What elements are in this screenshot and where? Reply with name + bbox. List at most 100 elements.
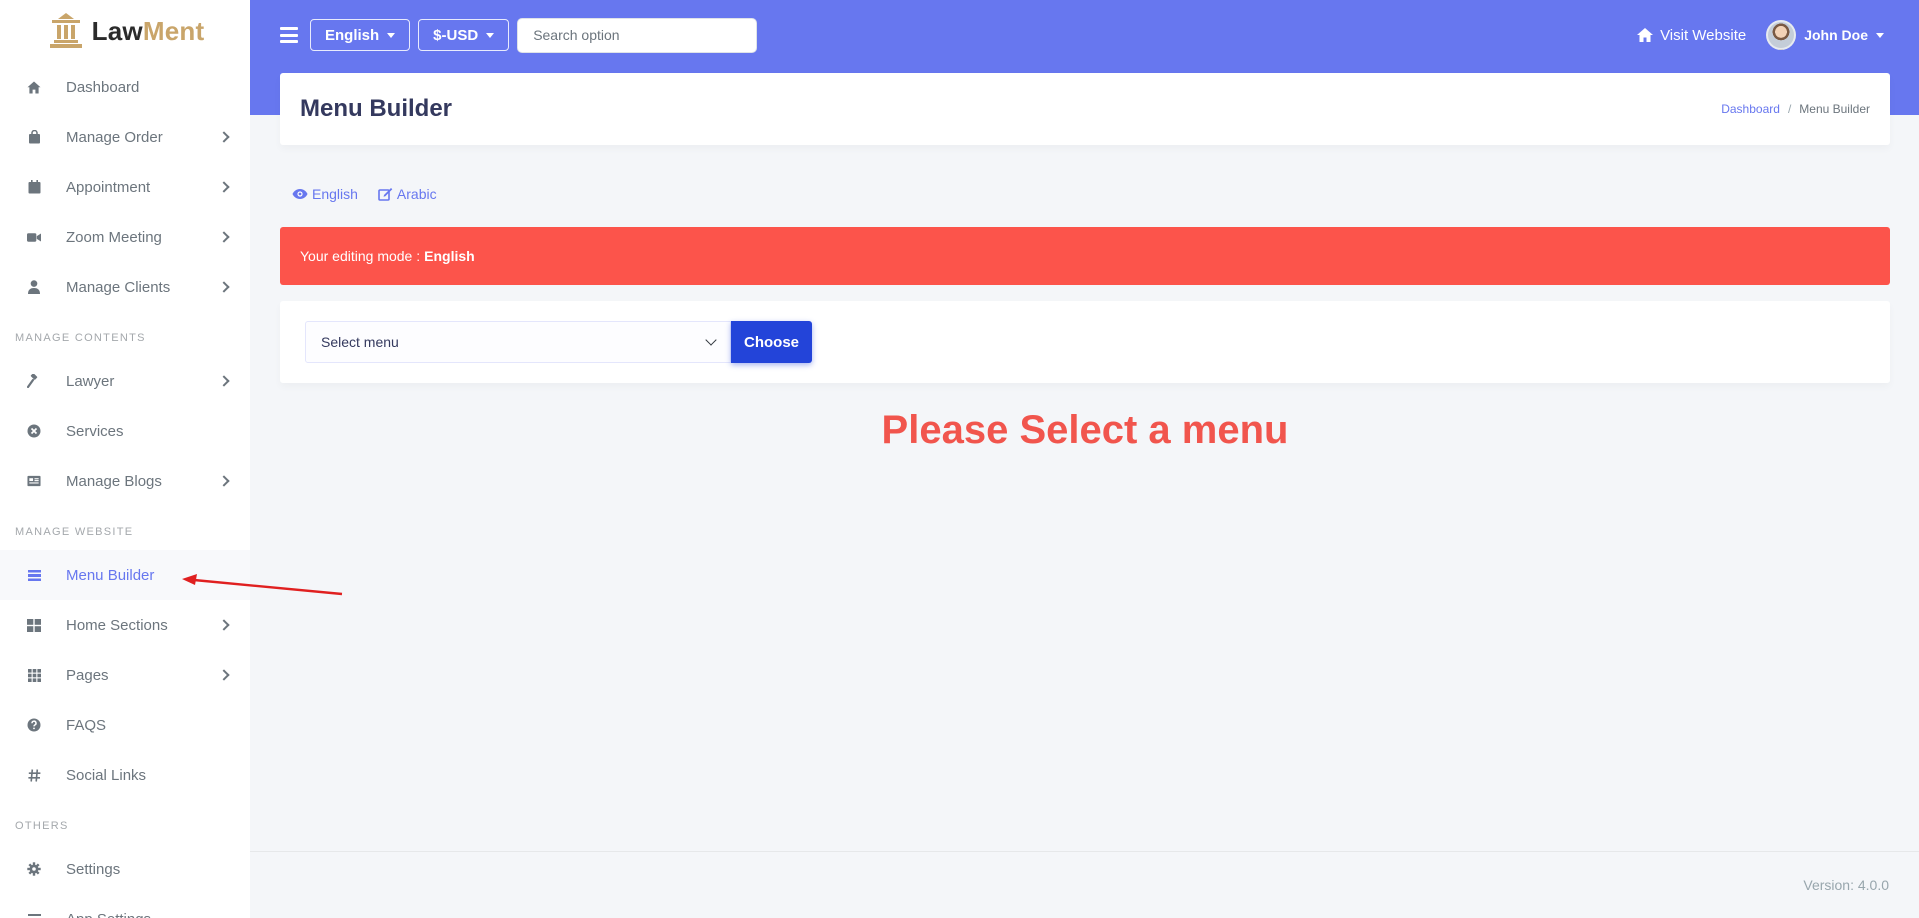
alert-language: English (424, 248, 475, 264)
topbar-right: Visit Website John Doe (1636, 0, 1884, 70)
avatar (1766, 20, 1797, 50)
pillar-logo-icon (49, 13, 82, 48)
sidebar-item-manage-blogs[interactable]: Manage Blogs (0, 456, 250, 506)
editing-mode-alert: Your editing mode : English (280, 227, 1890, 285)
sidebar-item-label: Manage Blogs (66, 472, 162, 490)
currency-dropdown-label: $-USD (433, 26, 479, 44)
calendar-icon (27, 180, 41, 194)
visit-website-link[interactable]: Visit Website (1636, 27, 1746, 44)
menu-header-contents: MANAGE CONTENTS (15, 332, 146, 344)
currency-dropdown[interactable]: $-USD (418, 19, 510, 51)
choose-button[interactable]: Choose (731, 321, 813, 363)
lang-tab-english[interactable]: English (292, 186, 358, 202)
caret-down-icon (1876, 32, 1884, 38)
circle-x-icon (27, 424, 41, 438)
breadcrumb-separator: / (1787, 102, 1792, 116)
menu-select[interactable]: Select menu (305, 321, 731, 363)
shopping-bag-icon (27, 130, 41, 144)
menu-header-others: OTHERS (15, 820, 69, 832)
empty-state-message: Please Select a menu (881, 408, 1289, 452)
sidebar-item-label: FAQS (66, 716, 107, 734)
version-text: Version: 4.0.0 (1803, 877, 1889, 893)
eye-icon (292, 189, 308, 199)
chevron-right-icon (218, 231, 230, 243)
sidebar-item-appointment[interactable]: Appointment (0, 162, 250, 212)
breadcrumb: Dashboard / Menu Builder (1721, 102, 1870, 116)
footer: Version: 4.0.0 (250, 851, 1919, 918)
brand-name-part2: Ment (142, 15, 205, 46)
th-large-icon (27, 618, 41, 632)
page-title: Menu Builder (300, 95, 453, 122)
sidebar-item-label: Appointment (66, 178, 151, 196)
menu-header-website: MANAGE WEBSITE (15, 526, 134, 538)
sidebar-item-home-sections[interactable]: Home Sections (0, 600, 250, 650)
chevron-right-icon (218, 181, 230, 193)
topbar: English $-USD Visit Website John Doe (250, 0, 1919, 70)
sidebar: LawMent Dashboard Manage Order Appointment… (0, 0, 250, 918)
sidebar-item-app-settings[interactable]: App Settings (0, 894, 250, 918)
caret-down-icon (486, 32, 495, 38)
search-input[interactable] (517, 17, 758, 53)
lang-tab-english-label: English (312, 186, 358, 202)
chevron-right-icon (218, 131, 230, 143)
sidebar-item-manage-clients[interactable]: Manage Clients (0, 262, 250, 312)
chevron-down-icon (705, 334, 717, 346)
sidebar-item-label: Home Sections (66, 616, 168, 634)
user-icon (27, 280, 41, 294)
sidebar-item-label: Lawyer (66, 372, 115, 390)
sidebar-item-services[interactable]: Services (0, 406, 250, 456)
sidebar-item-social-links[interactable]: Social Links (0, 750, 250, 800)
chevron-right-icon (218, 281, 230, 293)
sidebar-item-label: Pages (66, 666, 109, 684)
alert-prefix: Your editing mode : (300, 248, 421, 264)
sidebar-item-label: Settings (66, 860, 121, 878)
home-icon (27, 80, 41, 94)
section-header: Menu Builder Dashboard / Menu Builder (280, 73, 1890, 145)
caret-down-icon (387, 32, 396, 38)
sidebar-item-faqs[interactable]: FAQS (0, 700, 250, 750)
gavel-icon (27, 374, 41, 388)
lang-tab-arabic-label: Arabic (396, 186, 437, 202)
menu-select-card: Select menu Choose (280, 301, 1890, 383)
sidebar-item-dashboard[interactable]: Dashboard (0, 62, 250, 112)
newspaper-icon (27, 474, 41, 488)
user-name: John Doe (1804, 27, 1868, 43)
bars-icon (27, 912, 41, 918)
sidebar-item-label: Manage Clients (66, 278, 171, 296)
video-icon (27, 230, 41, 244)
language-tabs: English Arabic (292, 186, 437, 202)
home-icon (1637, 28, 1654, 42)
breadcrumb-current: Menu Builder (1799, 102, 1870, 116)
chevron-right-icon (218, 619, 230, 631)
visit-website-label: Visit Website (1660, 26, 1747, 44)
sidebar-toggle-icon[interactable] (280, 27, 298, 43)
chevron-right-icon (218, 669, 230, 681)
brand-logo[interactable]: LawMent (0, 0, 250, 62)
brand-name: LawMent (92, 16, 205, 47)
breadcrumb-dashboard-link[interactable]: Dashboard (1721, 102, 1780, 116)
hashtag-icon (27, 768, 41, 782)
sidebar-item-label: Zoom Meeting (66, 228, 162, 246)
sidebar-item-label: Dashboard (66, 78, 140, 96)
bars-icon (27, 568, 41, 582)
sidebar-item-label: Manage Order (66, 128, 163, 146)
chevron-right-icon (218, 375, 230, 387)
edit-icon (378, 188, 393, 201)
user-dropdown[interactable]: John Doe (1766, 20, 1884, 50)
sidebar-item-label: Services (66, 422, 124, 440)
sidebar-item-lawyer[interactable]: Lawyer (0, 356, 250, 406)
sidebar-item-zoom-meeting[interactable]: Zoom Meeting (0, 212, 250, 262)
sidebar-item-label: App Settings (66, 911, 232, 918)
sidebar-item-pages[interactable]: Pages (0, 650, 250, 700)
chevron-right-icon (218, 475, 230, 487)
language-dropdown[interactable]: English (310, 19, 411, 51)
sidebar-item-manage-order[interactable]: Manage Order (0, 112, 250, 162)
menu-select-value: Select menu (321, 334, 399, 350)
sidebar-item-settings[interactable]: Settings (0, 844, 250, 894)
sidebar-item-label: Social Links (66, 766, 147, 784)
lang-tab-arabic[interactable]: Arabic (378, 186, 437, 202)
brand-name-part1: Law (91, 15, 143, 46)
question-circle-icon (27, 718, 41, 732)
language-dropdown-label: English (325, 26, 380, 44)
annotation-arrow-icon (182, 574, 343, 596)
